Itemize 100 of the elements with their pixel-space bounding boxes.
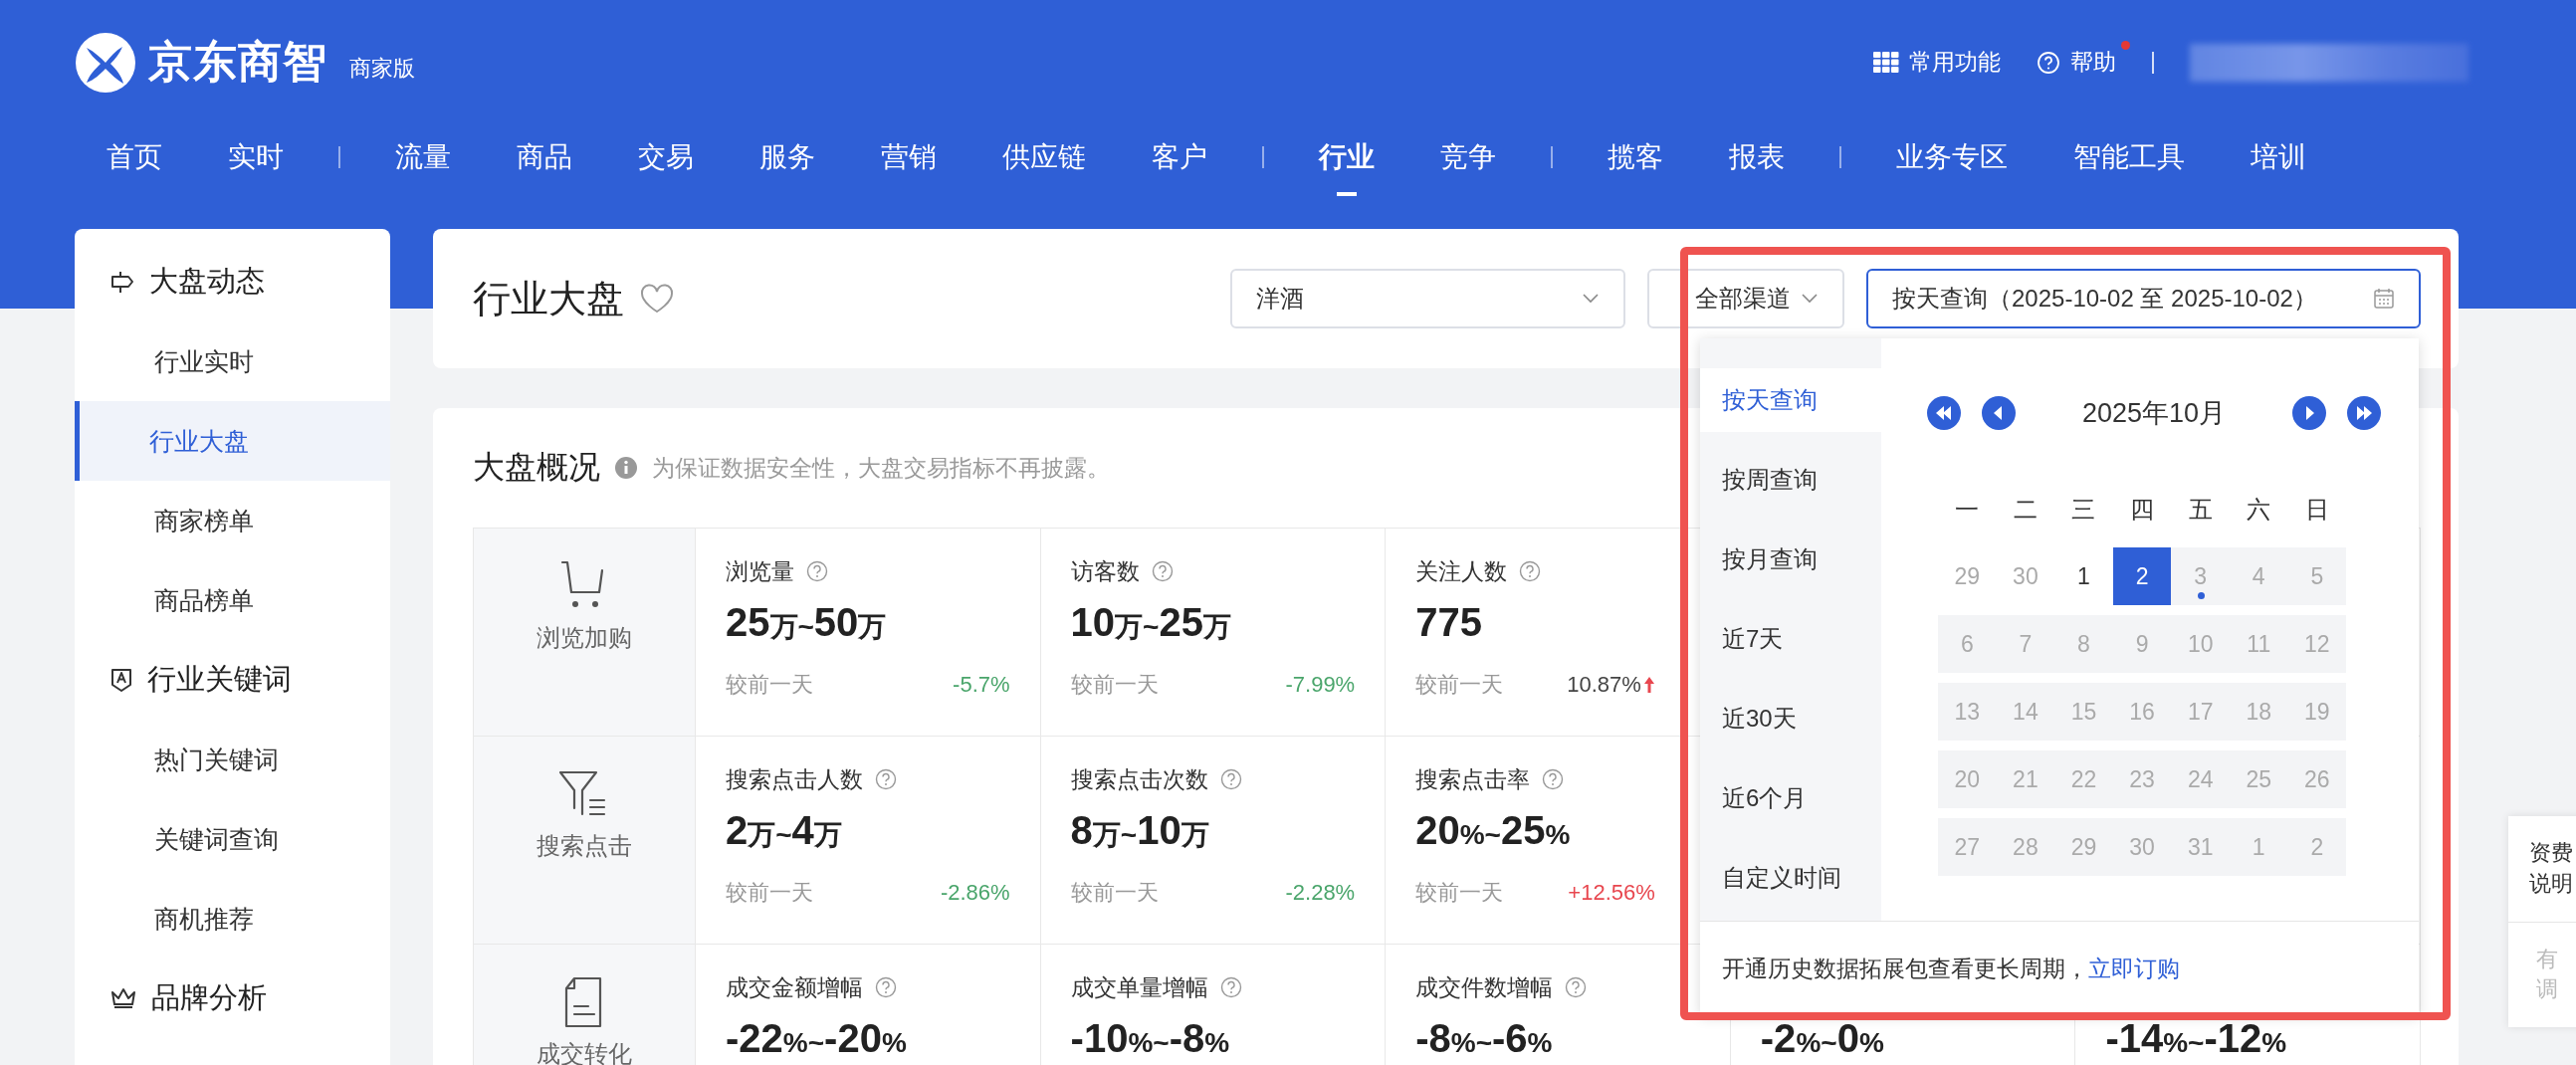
metric-title: 搜索点击人数: [726, 764, 863, 794]
date-mode-option[interactable]: 按天查询: [1700, 368, 1881, 432]
help-icon[interactable]: [806, 560, 828, 582]
metric-title: 成交件数增幅: [1415, 972, 1554, 1002]
heart-icon[interactable]: [640, 284, 674, 314]
help-icon[interactable]: [1151, 560, 1174, 582]
sidebar-item[interactable]: 热门关键词: [75, 720, 390, 799]
pricing-link[interactable]: 资费说明: [2529, 838, 2573, 900]
nav-tab[interactable]: 流量: [395, 125, 451, 198]
nav-tab[interactable]: 培训: [2251, 125, 2306, 198]
change-value: -2.86%: [940, 880, 1010, 906]
nav-tab[interactable]: 服务: [759, 125, 815, 198]
date-mode-option[interactable]: 近30天: [1700, 687, 1881, 750]
sidebar-item[interactable]: 关键词查询: [75, 799, 390, 879]
sidebar-item[interactable]: 行业大盘: [75, 401, 390, 481]
page-title: 行业大盘: [473, 276, 624, 321]
shield-icon: [109, 667, 133, 693]
metric-title: 搜索点击次数: [1070, 764, 1208, 794]
change-value: -5.7%: [953, 672, 1010, 698]
nav-tab[interactable]: 报表: [1729, 125, 1785, 198]
weekday-label: 五: [2187, 495, 2214, 525]
nav-tab[interactable]: 供应链: [1002, 125, 1086, 198]
chevron-down-icon: [1582, 293, 1600, 305]
sidebar-item[interactable]: 商家榜单: [75, 481, 390, 560]
sidebar-section-title[interactable]: 行业关键词: [147, 660, 292, 700]
metric-group-label: 成交转化: [537, 1039, 632, 1065]
metric-value: -14%~-12%: [2105, 1016, 2288, 1062]
category-select[interactable]: 洋酒: [1230, 269, 1625, 328]
date-mode-option[interactable]: 按月查询: [1700, 528, 1881, 591]
sidebar-section-title[interactable]: 品牌分析: [151, 978, 267, 1018]
chevron-down-icon: [1801, 293, 1819, 305]
weekday-label: 三: [2070, 495, 2097, 525]
sidebar-item[interactable]: 商机推荐: [75, 879, 390, 958]
grid-icon: [1873, 51, 1899, 74]
metric-group-label: 浏览加购: [537, 623, 632, 653]
date-mode-option[interactable]: 近7天: [1700, 607, 1881, 671]
metric-title: 关注人数: [1415, 556, 1508, 586]
calendar-icon: [2373, 288, 2395, 310]
help-icon[interactable]: [875, 976, 897, 998]
crown-icon: [109, 986, 137, 1010]
metric-value: 10万~25万: [1070, 600, 1232, 646]
help-button[interactable]: 帮助: [2037, 47, 2116, 78]
apps-button[interactable]: 常用功能: [1873, 47, 2001, 78]
previous-year-button[interactable]: [1927, 396, 1961, 430]
sidebar-item[interactable]: 行业实时: [75, 321, 390, 401]
metric-value: -10%~-8%: [1070, 1016, 1231, 1062]
weekday-label: 四: [2129, 495, 2156, 525]
channel-select[interactable]: 全部渠道: [1647, 269, 1844, 328]
security-note: 为保证数据安全性，大盘交易指标不再披露。: [652, 453, 1110, 483]
help-icon[interactable]: [1219, 768, 1242, 790]
nav-tab[interactable]: 揽客: [1608, 125, 1663, 198]
weekday-label: 六: [2246, 495, 2272, 525]
sidebar-section-title[interactable]: 大盘动态: [149, 262, 265, 302]
change-value: +12.56%: [1568, 880, 1655, 906]
next-year-button[interactable]: [2347, 396, 2381, 430]
metric-value: 2万~4万: [726, 808, 843, 854]
metric-title: 访客数: [1070, 556, 1140, 586]
help-icon[interactable]: [875, 768, 897, 790]
metric-group-label: 搜索点击: [537, 831, 632, 861]
metric-value: 775: [1415, 600, 1483, 646]
nav-tab[interactable]: 商品: [517, 125, 572, 198]
change-value: -2.28%: [1285, 880, 1356, 906]
compare-label: 较前一天: [1070, 879, 1159, 907]
metric-title: 浏览量: [726, 556, 794, 586]
nav-tab[interactable]: 竞争: [1440, 125, 1496, 198]
metric-title: 成交单量增幅: [1070, 972, 1208, 1002]
subscribe-link[interactable]: 立即订购: [2088, 953, 2180, 984]
metric-value: -8%~-6%: [1415, 1016, 1554, 1062]
info-icon[interactable]: [614, 456, 638, 480]
nav-tab[interactable]: 交易: [638, 125, 694, 198]
sidebar-item[interactable]: 商品榜单: [75, 560, 390, 640]
help-icon: [2037, 50, 2060, 75]
weekday-label: 日: [2303, 495, 2330, 525]
next-month-button[interactable]: [2292, 396, 2326, 430]
metric-value: 20%~25%: [1415, 808, 1572, 854]
nav-tab[interactable]: 实时: [228, 125, 284, 198]
date-mode-option[interactable]: 近6个月: [1700, 766, 1881, 830]
previous-month-button[interactable]: [1982, 396, 2016, 430]
date-mode-option[interactable]: 按周查询: [1700, 448, 1881, 512]
compare-label: 较前一天: [1415, 671, 1504, 699]
help-icon[interactable]: [1565, 976, 1588, 998]
metric-title: 成交金额增幅: [726, 972, 863, 1002]
nav-tab[interactable]: 业务专区: [1896, 125, 2008, 198]
help-icon[interactable]: [1219, 976, 1242, 998]
date-range-field[interactable]: 按天查询（2025-10-02 至 2025-10-02）: [1866, 269, 2421, 328]
calendar-day[interactable]: 2: [2112, 547, 2172, 605]
upgrade-hint: 开通历史数据拓展包查看更长周期，: [1722, 954, 2088, 983]
nav-tab[interactable]: 首页: [107, 125, 162, 198]
help-icon[interactable]: [1542, 768, 1565, 790]
edition-label: 商家版: [349, 54, 415, 83]
section-title: 大盘概况: [473, 448, 600, 487]
date-mode-option[interactable]: 自定义时间: [1700, 846, 1881, 910]
metric-value: 25万~50万: [726, 600, 888, 646]
change-value: 10.87%: [1567, 672, 1641, 698]
help-icon[interactable]: [1519, 560, 1542, 582]
nav-tab[interactable]: 营销: [881, 125, 937, 198]
nav-tab[interactable]: 智能工具: [2073, 125, 2185, 198]
nav-tab[interactable]: 客户: [1152, 125, 1207, 198]
weekday-label: 二: [2012, 495, 2039, 525]
weekday-label: 一: [1954, 495, 1981, 525]
